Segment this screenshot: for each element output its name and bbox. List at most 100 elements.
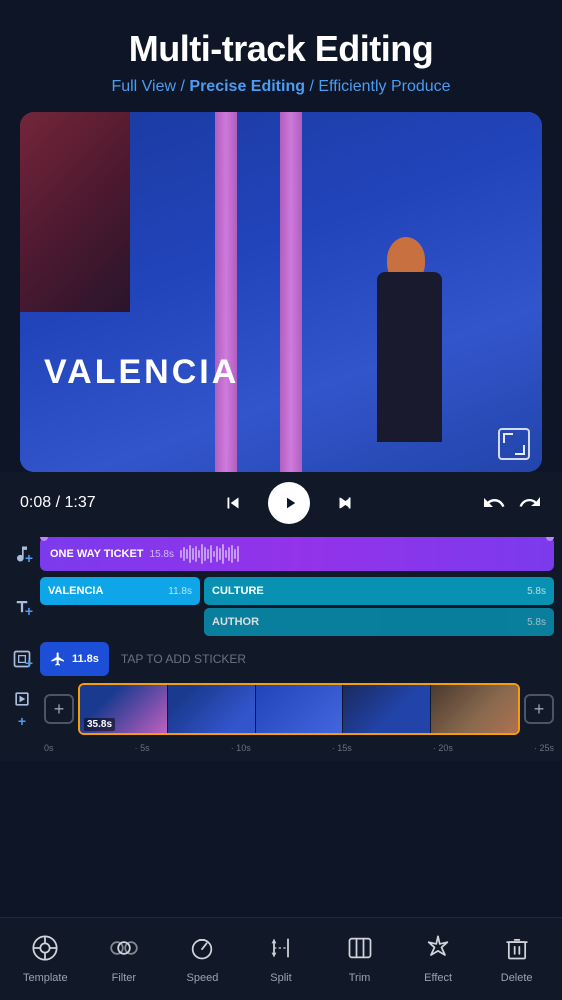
video-frames[interactable]: 35.8s (78, 683, 520, 735)
timeline-ruler: 0s · 5s · 10s · 15s · 20s · 25s (0, 739, 562, 757)
toolbar-item-speed[interactable]: Speed (172, 930, 232, 984)
music-track-icon: + (4, 544, 40, 564)
sticker-placeholder: TAP TO ADD STICKER (121, 652, 246, 666)
video-frame-0: 35.8s (80, 685, 167, 733)
toolbar-item-delete[interactable]: Delete (487, 930, 547, 984)
wave-bar (189, 545, 191, 563)
wave-bar (210, 545, 212, 563)
wave-bar (234, 549, 236, 559)
timeline-wrapper: + ONE WAY TICKET 15.8s (0, 534, 562, 761)
sticker-chip[interactable]: 11.8s (40, 642, 109, 676)
culture-track-duration: 5.8s (527, 586, 546, 597)
scene-text: VALENCIA (44, 353, 239, 392)
trim-icon (342, 930, 378, 966)
wave-bar (219, 548, 221, 560)
speed-icon (184, 930, 220, 966)
redo-button[interactable] (518, 491, 542, 515)
toolbar-item-filter[interactable]: Filter (94, 930, 154, 984)
undo-redo-controls (482, 491, 542, 515)
person-figure (367, 242, 452, 442)
music-track-bar[interactable]: ONE WAY TICKET 15.8s (40, 537, 554, 571)
wave-bar (237, 546, 239, 562)
template-label: Template (23, 972, 68, 984)
video-preview: VALENCIA (20, 112, 542, 472)
track-marker-end (546, 537, 554, 541)
subtitle-precise: Precise Editing (189, 78, 305, 95)
wave-bar (186, 549, 188, 559)
wave-bar (180, 550, 182, 558)
valencia-track[interactable]: VALENCIA 11.8s (40, 577, 200, 605)
skip-forward-button[interactable] (334, 492, 356, 514)
wave-bar (204, 547, 206, 561)
sticker-track-content: 11.8s TAP TO ADD STICKER (40, 642, 554, 676)
valencia-track-label: VALENCIA (48, 585, 103, 597)
toolbar-item-effect[interactable]: Effect (408, 930, 468, 984)
wave-bar (228, 547, 230, 561)
wave-bar (207, 549, 209, 559)
wave-bar (198, 550, 200, 558)
add-video-after-button[interactable]: + (524, 694, 554, 724)
text-track-content: VALENCIA 11.8s CULTURE 5.8s AUTHOR 5.8s (40, 577, 554, 636)
wave-bar (201, 544, 203, 564)
frame-duration: 35.8s (84, 718, 115, 731)
header: Multi-track Editing Full View / Precise … (0, 0, 562, 112)
playback-controls (222, 482, 356, 524)
ruler-25s: · 25s (534, 743, 554, 753)
sticker-duration: 11.8s (72, 653, 99, 665)
undo-button[interactable] (482, 491, 506, 515)
subtitle-full-view: Full View (111, 78, 176, 95)
music-track-content: ONE WAY TICKET 15.8s (40, 537, 554, 571)
split-label: Split (270, 972, 291, 984)
trim-label: Trim (349, 972, 371, 984)
wave-bar (225, 550, 227, 558)
pillar-left (215, 112, 237, 472)
person-body (377, 272, 442, 442)
video-frame-4 (431, 685, 518, 733)
page-title: Multi-track Editing (20, 28, 542, 70)
ruler-20s: · 20s (433, 743, 453, 753)
video-scene: VALENCIA (20, 112, 542, 472)
author-track-duration: 5.8s (527, 617, 546, 628)
culture-track[interactable]: CULTURE 5.8s (204, 577, 554, 605)
wave-bar (213, 551, 215, 557)
skip-back-button[interactable] (222, 492, 244, 514)
subtitle-sep-2: / (309, 78, 318, 95)
play-button[interactable] (268, 482, 310, 524)
author-track[interactable]: AUTHOR 5.8s (204, 608, 554, 636)
video-frame-3 (343, 685, 430, 733)
video-frame-1 (168, 685, 255, 733)
bottom-toolbar: Template Filter Speed (0, 917, 562, 1000)
dark-corner (20, 112, 130, 312)
add-video-before-button[interactable]: + (44, 694, 74, 724)
toolbar-item-template[interactable]: Template (15, 930, 75, 984)
author-track-label: AUTHOR (212, 616, 259, 628)
delete-label: Delete (501, 972, 533, 984)
wave-bar (222, 544, 224, 564)
wave-bar (192, 548, 194, 560)
video-frame-2 (256, 685, 343, 733)
wave-bar (183, 547, 185, 561)
toolbar-item-split[interactable]: Split (251, 930, 311, 984)
ruler-5s: · 5s (135, 743, 150, 753)
toolbar-item-trim[interactable]: Trim (330, 930, 390, 984)
wave-bar (231, 545, 233, 563)
effect-label: Effect (424, 972, 452, 984)
fullscreen-button[interactable] (498, 428, 530, 460)
culture-track-label: CULTURE (212, 585, 264, 597)
split-icon (263, 930, 299, 966)
wave-bar (216, 546, 218, 562)
sticker-track-icon: + (4, 649, 40, 669)
effect-icon (420, 930, 456, 966)
filter-label: Filter (112, 972, 136, 984)
sticker-track-row: + 11.8s TAP TO ADD STICKER (0, 639, 562, 679)
speed-label: Speed (187, 972, 219, 984)
valencia-track-duration: 11.8s (168, 586, 192, 597)
timeline-area: + ONE WAY TICKET 15.8s (0, 534, 562, 757)
template-icon (27, 930, 63, 966)
music-track-label: ONE WAY TICKET (50, 548, 144, 560)
header-subtitle: Full View / Precise Editing / Efficientl… (20, 78, 542, 96)
music-track-row: + ONE WAY TICKET 15.8s (0, 534, 562, 574)
music-track-duration: 15.8s (150, 549, 174, 560)
controls-bar: 0:08 / 1:37 (0, 472, 562, 534)
wave-bar (195, 546, 197, 562)
